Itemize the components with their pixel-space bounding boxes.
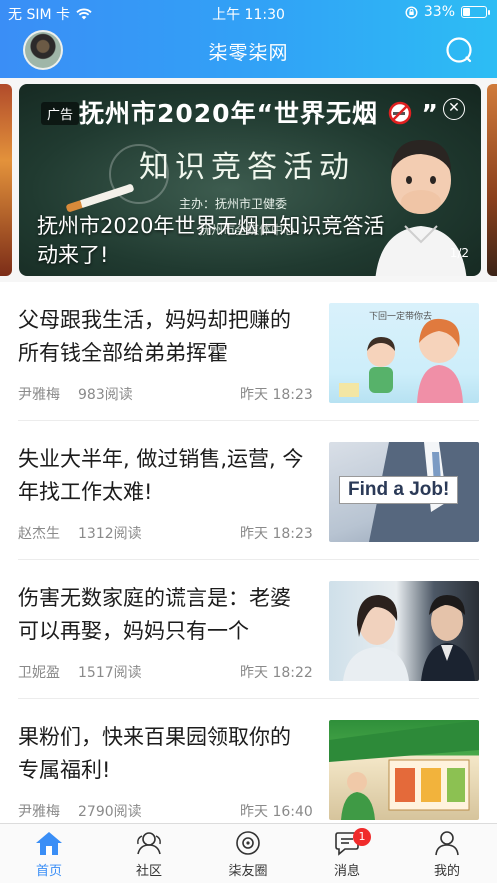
article-reads: 1517阅读	[78, 665, 142, 681]
unread-badge: 1	[353, 828, 371, 846]
tab-label: 首页	[35, 864, 62, 879]
article-thumbnail[interactable]	[329, 720, 479, 820]
tab-profile[interactable]: 我的	[417, 830, 477, 879]
article-reads: 983阅读	[78, 387, 133, 403]
top-bar: 无 SIM 卡 上午 11:30 33% 柒零柒网	[0, 0, 497, 78]
battery-percent: 33%	[423, 4, 455, 20]
article-author: 卫妮盈	[18, 665, 60, 681]
banner-caption[interactable]: 抚州市2020年世界无烟日知识竞答活动来了!	[37, 212, 397, 270]
article-reads: 2790阅读	[78, 804, 142, 820]
article-reads: 1312阅读	[78, 526, 142, 542]
article-time: 昨天 18:23	[240, 526, 313, 542]
find-a-job-sign: Find a Job!	[339, 476, 459, 504]
tab-community[interactable]: 社区	[119, 830, 179, 879]
tab-label: 消息	[333, 864, 360, 879]
article-title[interactable]: 父母跟我生活，妈妈却把赚的所有钱全部给弟弟挥霍	[18, 304, 308, 370]
article-title[interactable]: 伤害无数家庭的谎言是：老婆可以再娶，妈妈只有一个	[18, 582, 308, 648]
app-title: 柒零柒网	[208, 42, 289, 64]
cartoon-mother-child-illustration	[339, 318, 463, 403]
banner-slide[interactable]: 抚州市2020年“世界无烟 ” 知识竞答活动 主办：抚州市卫健委 抚州市全媒体中…	[19, 84, 481, 276]
list-item[interactable]: 失业大半年, 做过销售,运营, 今年找工作太难! 赵杰生 1312阅读 昨天 1…	[18, 421, 479, 560]
tab-messages[interactable]: 1 消息	[317, 828, 377, 879]
home-icon	[36, 832, 62, 855]
nav-row: 柒零柒网	[0, 28, 497, 76]
tab-label: 我的	[433, 864, 460, 879]
article-thumbnail[interactable]	[329, 581, 479, 681]
banner-prev-slide[interactable]	[0, 84, 12, 276]
orientation-lock-icon	[405, 5, 418, 19]
list-item[interactable]: 果粉们，快来百果园领取你的专属福利! 尹雅梅 2790阅读 昨天 16:40	[18, 699, 479, 838]
article-title[interactable]: 失业大半年, 做过销售,运营, 今年找工作太难!	[18, 443, 308, 509]
fruit-store-illustration	[329, 720, 479, 820]
status-right: 33%	[405, 4, 490, 20]
couple-photo-illustration	[343, 595, 475, 681]
article-author: 赵杰生	[18, 526, 60, 542]
article-author: 尹雅梅	[18, 804, 60, 820]
profile-icon	[435, 831, 459, 856]
article-thumbnail[interactable]: 下回一定带你去	[329, 303, 479, 403]
close-icon[interactable]: ✕	[443, 98, 465, 120]
search-icon[interactable]	[445, 36, 473, 64]
ad-badge: 广告	[41, 102, 80, 125]
article-time: 昨天 18:22	[240, 665, 313, 681]
battery-level-fill	[463, 8, 471, 16]
status-bar: 无 SIM 卡 上午 11:30 33%	[0, 0, 497, 26]
banner-subheadline: 知识竞答活动	[139, 150, 355, 185]
tab-home[interactable]: 首页	[19, 830, 79, 879]
article-thumbnail[interactable]: Find a Job!	[329, 442, 479, 542]
bottom-tab-bar: 首页 社区 柒友圈 1 消息 我的	[0, 823, 497, 883]
tab-moments[interactable]: 柒友圈	[218, 830, 278, 879]
article-author: 尹雅梅	[18, 387, 60, 403]
banner-next-slide[interactable]	[487, 84, 497, 276]
article-title[interactable]: 果粉们，快来百果园领取你的专属福利!	[18, 721, 308, 787]
tab-label: 柒友圈	[228, 864, 268, 879]
moments-icon	[236, 831, 260, 855]
article-time: 昨天 16:40	[240, 804, 313, 820]
article-time: 昨天 18:23	[240, 387, 313, 403]
list-item[interactable]: 父母跟我生活，妈妈却把赚的所有钱全部给弟弟挥霍 尹雅梅 983阅读 昨天 18:…	[18, 282, 479, 421]
banner-carousel[interactable]: 抚州市2020年“世界无烟 ” 知识竞答活动 主办：抚州市卫健委 抚州市全媒体中…	[0, 78, 497, 282]
article-feed: 父母跟我生活，妈妈却把赚的所有钱全部给弟弟挥霍 尹雅梅 983阅读 昨天 18:…	[0, 282, 497, 838]
battery-icon	[461, 6, 490, 18]
banner-pager: 1/2	[449, 246, 469, 260]
list-item[interactable]: 伤害无数家庭的谎言是：老婆可以再娶，妈妈只有一个 卫妮盈 1517阅读 昨天 1…	[18, 560, 479, 699]
tab-label: 社区	[135, 864, 162, 879]
community-icon	[137, 832, 161, 855]
